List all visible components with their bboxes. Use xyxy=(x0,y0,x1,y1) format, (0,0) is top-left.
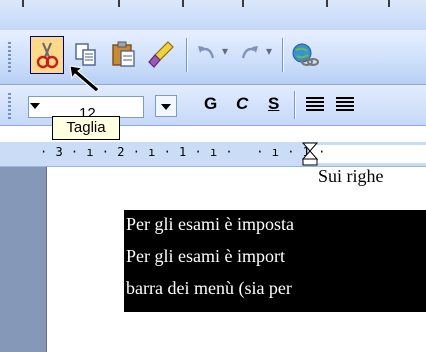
paste-button[interactable] xyxy=(108,36,142,74)
redo-button[interactable] xyxy=(236,36,264,74)
cut-button[interactable] xyxy=(30,36,64,74)
undo-dropdown-arrow[interactable]: ▾ xyxy=(222,44,228,58)
toolbar-edge-mark xyxy=(118,0,120,7)
toolbar-grip[interactable] xyxy=(8,42,11,72)
horizontal-ruler: · 3 · ı · 2 · ı · 1 · ı · · ı · 1 · xyxy=(0,142,426,167)
underline-button[interactable]: S xyxy=(268,94,279,114)
toolbar-separator xyxy=(282,38,284,72)
align-center-icon[interactable] xyxy=(336,97,354,111)
toolbar-edge-mark xyxy=(182,0,184,7)
toolbar-separator xyxy=(186,38,188,72)
hyperlink-button[interactable] xyxy=(288,36,322,74)
top-toolbar-strip xyxy=(0,0,426,30)
bold-button[interactable]: G xyxy=(204,94,217,114)
undo-icon xyxy=(198,46,215,59)
font-name-dropdown-arrow[interactable] xyxy=(30,103,40,109)
redo-dropdown-arrow[interactable]: ▾ xyxy=(266,44,272,58)
undo-button[interactable] xyxy=(192,36,220,74)
partial-text-line: Sui righe xyxy=(318,166,384,186)
format-painter-icon xyxy=(148,41,174,68)
hyperlink-icon xyxy=(292,43,319,66)
indent-marker-icon[interactable] xyxy=(301,142,319,166)
toolbar-edge-mark xyxy=(388,0,390,7)
font-size-select[interactable]: 12 xyxy=(28,96,144,122)
standard-toolbar: ▾ ▾ xyxy=(0,30,426,85)
toolbar-edge-mark xyxy=(326,0,328,7)
italic-button[interactable]: C xyxy=(236,94,248,114)
left-margin-area xyxy=(0,167,47,352)
toolbar-grip[interactable] xyxy=(8,93,11,119)
scissors-icon xyxy=(36,42,59,69)
ruler-marks: · 3 · ı · 2 · ı · 1 · ı · · ı · 1 · xyxy=(40,145,326,159)
selected-line-1: Per gli esami è imposta xyxy=(126,214,294,234)
selected-line-2: Per gli esami è import xyxy=(126,246,285,266)
selected-line-3: barra dei menù (sia per xyxy=(126,278,292,298)
ruler-text-area xyxy=(310,145,426,163)
font-size-dropdown-button[interactable] xyxy=(155,95,177,117)
align-left-icon[interactable] xyxy=(306,97,324,111)
redo-icon xyxy=(241,46,258,59)
format-painter-button[interactable] xyxy=(146,36,180,74)
paste-icon xyxy=(112,41,135,67)
toolbar-edge-mark xyxy=(242,0,244,7)
toolbar-separator xyxy=(294,91,296,119)
toolbar-edge-mark xyxy=(22,0,24,7)
cut-tooltip: Taglia xyxy=(52,116,120,140)
mouse-pointer-icon xyxy=(69,65,100,93)
